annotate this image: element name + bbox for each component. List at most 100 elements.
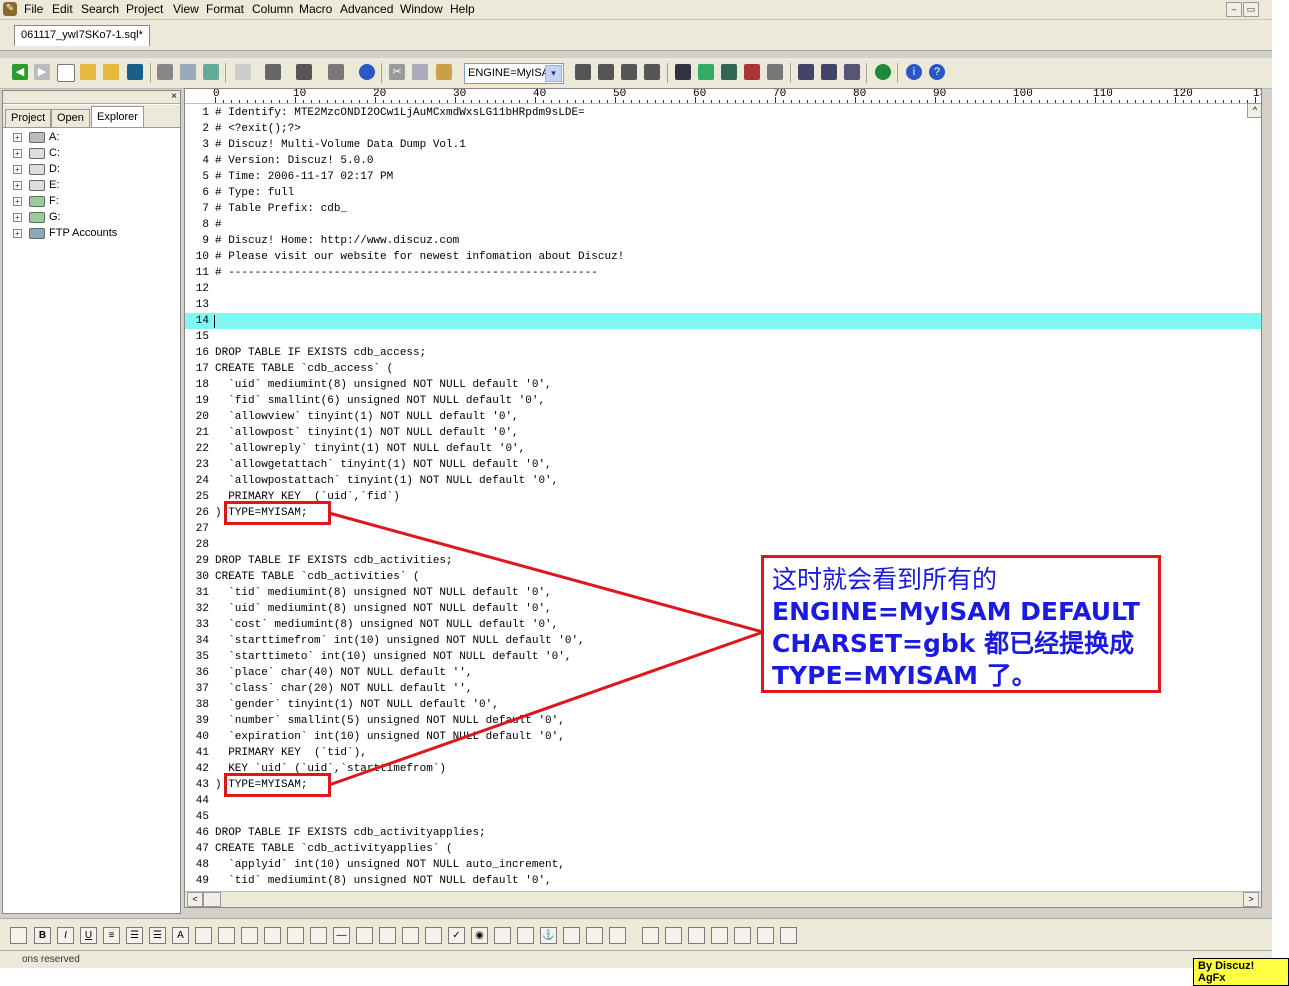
- scroll-up-icon[interactable]: ^: [1247, 103, 1261, 118]
- tab-explorer[interactable]: Explorer: [91, 106, 144, 127]
- code-line[interactable]: 13: [185, 297, 1261, 313]
- form-icon[interactable]: [379, 927, 396, 944]
- browser-icon[interactable]: [359, 64, 375, 80]
- code-line[interactable]: 27: [185, 521, 1261, 537]
- radio-icon[interactable]: ◉: [471, 927, 488, 944]
- code-line[interactable]: 10 # Please visit our website for newest …: [185, 249, 1261, 265]
- table-cell-icon[interactable]: [688, 927, 705, 944]
- globe-icon[interactable]: [875, 64, 891, 80]
- code-line[interactable]: 7 # Table Prefix: cdb_: [185, 201, 1261, 217]
- code-line[interactable]: 16 DROP TABLE IF EXISTS cdb_access;: [185, 345, 1261, 361]
- menu-column[interactable]: Column: [252, 2, 293, 16]
- indent-icon[interactable]: ≡: [103, 927, 120, 944]
- table-icon[interactable]: [642, 927, 659, 944]
- code-line[interactable]: 25 PRIMARY KEY (`uid`,`fid`): [185, 489, 1261, 505]
- expand-icon[interactable]: +: [13, 149, 22, 158]
- find-next-icon[interactable]: [698, 64, 714, 80]
- code-line[interactable]: 26) TYPE=MYISAM;: [185, 505, 1261, 521]
- expand-icon[interactable]: +: [13, 133, 22, 142]
- number-icon[interactable]: [734, 927, 751, 944]
- menu-search[interactable]: Search: [81, 2, 119, 16]
- code-line[interactable]: 12: [185, 281, 1261, 297]
- code-editor[interactable]: 010203040506070809010011012013 1 # Identi…: [184, 88, 1262, 908]
- code-line[interactable]: 17 CREATE TABLE `cdb_access` (: [185, 361, 1261, 377]
- code-line[interactable]: 23 `allowgetattach` tinyint(1) NOT NULL …: [185, 457, 1261, 473]
- code-line[interactable]: 20 `allowview` tinyint(1) NOT NULL defau…: [185, 409, 1261, 425]
- menu-view[interactable]: View: [173, 2, 199, 16]
- code-line[interactable]: 3 # Discuz! Multi-Volume Data Dump Vol.1: [185, 137, 1261, 153]
- menu-macro[interactable]: Macro: [299, 2, 332, 16]
- lock-icon[interactable]: [609, 927, 626, 944]
- copy-icon[interactable]: [412, 64, 428, 80]
- restore-icon[interactable]: ▭: [1243, 2, 1259, 17]
- html-icon[interactable]: [10, 927, 27, 944]
- clipboard-history-select[interactable]: ENGINE=MyISA ▾: [464, 63, 564, 84]
- open-folder-icon[interactable]: [80, 64, 96, 80]
- code-line[interactable]: 40 `expiration` int(10) unsigned NOT NUL…: [185, 729, 1261, 745]
- vertical-scrollbar[interactable]: ^: [1247, 103, 1261, 891]
- code-line[interactable]: 41 PRIMARY KEY (`tid`),: [185, 745, 1261, 761]
- horizontal-scrollbar[interactable]: < >: [185, 891, 1261, 907]
- menu-advanced[interactable]: Advanced: [340, 2, 393, 16]
- code-line[interactable]: 8 #: [185, 217, 1261, 233]
- code-line[interactable]: 22 `allowreply` tinyint(1) NOT NULL defa…: [185, 441, 1261, 457]
- find-icon[interactable]: [675, 64, 691, 80]
- numbered-list-icon[interactable]: ☰: [149, 927, 166, 944]
- expand-icon[interactable]: +: [13, 213, 22, 222]
- align-left-html-icon[interactable]: [218, 927, 235, 944]
- column-icon[interactable]: [328, 64, 344, 80]
- code-line[interactable]: 39 `number` smallint(5) unsigned NOT NUL…: [185, 713, 1261, 729]
- expand-icon[interactable]: +: [13, 165, 22, 174]
- align-center-icon[interactable]: [598, 64, 614, 80]
- find-in-files-icon[interactable]: [721, 64, 737, 80]
- menu-help[interactable]: Help: [450, 2, 475, 16]
- code-line[interactable]: 4 # Version: Discuz! 5.0.0: [185, 153, 1261, 169]
- chevron-down-icon[interactable]: ▾: [545, 65, 562, 82]
- align-center-html-icon[interactable]: [241, 927, 258, 944]
- font-icon[interactable]: A: [172, 927, 189, 944]
- menu-file[interactable]: File: [24, 2, 43, 16]
- document-icon[interactable]: [235, 64, 251, 80]
- code-line[interactable]: 15: [185, 329, 1261, 345]
- hidden-field-icon[interactable]: [402, 927, 419, 944]
- table-row-icon[interactable]: [665, 927, 682, 944]
- tab-open[interactable]: Open: [51, 109, 90, 127]
- bullet-list-icon[interactable]: ☰: [126, 927, 143, 944]
- menu-project[interactable]: Project: [126, 2, 163, 16]
- cut-icon[interactable]: ✂: [389, 64, 405, 80]
- special-char-icon[interactable]: [563, 927, 580, 944]
- code-line[interactable]: 48 `applyid` int(10) unsigned NOT NULL a…: [185, 857, 1261, 873]
- expand-icon[interactable]: +: [13, 229, 22, 238]
- code-line[interactable]: 11 # ------------------------------------…: [185, 265, 1261, 281]
- align-right-icon[interactable]: [621, 64, 637, 80]
- close-icon[interactable]: ×: [171, 91, 177, 102]
- validate-icon[interactable]: [780, 927, 797, 944]
- code-line[interactable]: 43) TYPE=MYISAM;: [185, 777, 1261, 793]
- code-line[interactable]: 46 DROP TABLE IF EXISTS cdb_activityappli…: [185, 825, 1261, 841]
- tool-icon[interactable]: [757, 927, 774, 944]
- id-icon[interactable]: [711, 927, 728, 944]
- export-icon[interactable]: [203, 64, 219, 80]
- split-horizontal-icon[interactable]: [798, 64, 814, 80]
- code-line[interactable]: 49 `tid` mediumint(8) unsigned NOT NULL …: [185, 873, 1261, 889]
- back-icon[interactable]: ◀: [12, 64, 28, 80]
- password-field-icon[interactable]: [425, 927, 442, 944]
- split-vertical-icon[interactable]: [821, 64, 837, 80]
- code-line[interactable]: 19 `fid` smallint(6) unsigned NOT NULL d…: [185, 393, 1261, 409]
- code-line[interactable]: 47 CREATE TABLE `cdb_activityapplies` (: [185, 841, 1261, 857]
- code-line[interactable]: 44: [185, 793, 1261, 809]
- textfield-icon[interactable]: [356, 927, 373, 944]
- scroll-right-icon[interactable]: >: [1243, 892, 1259, 907]
- paragraph-icon[interactable]: [287, 927, 304, 944]
- textarea-icon[interactable]: [494, 927, 511, 944]
- wrap-icon[interactable]: [265, 64, 281, 80]
- align-left-icon[interactable]: [575, 64, 591, 80]
- expand-icon[interactable]: +: [13, 181, 22, 190]
- code-line[interactable]: 5 # Time: 2006-11-17 02:17 PM: [185, 169, 1261, 185]
- image-icon[interactable]: [517, 927, 534, 944]
- anchor-icon[interactable]: ⚓: [540, 927, 557, 944]
- save-icon[interactable]: [127, 64, 143, 80]
- code-line[interactable]: 18 `uid` mediumint(8) unsigned NOT NULL …: [185, 377, 1261, 393]
- italic-icon[interactable]: I: [57, 927, 74, 944]
- hex-icon[interactable]: [296, 64, 312, 80]
